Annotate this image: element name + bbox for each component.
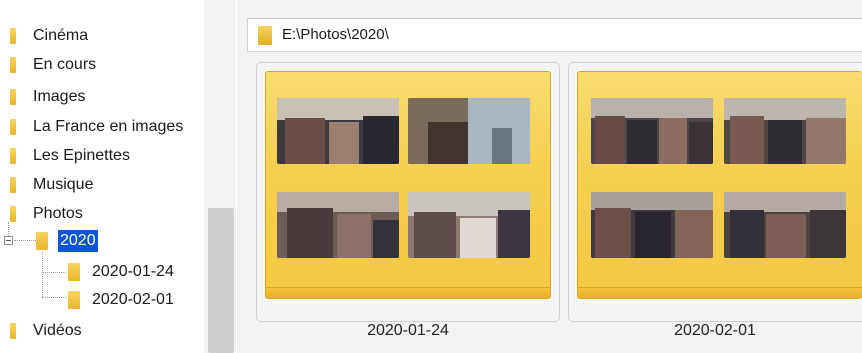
tree-item-label: En cours (33, 56, 97, 73)
folder-icon (10, 148, 16, 164)
tree-item-label: 2020-01-24 (92, 263, 174, 280)
tree-scrollbar-thumb[interactable] (208, 208, 234, 353)
tree-item-label: Photos (33, 205, 83, 222)
photo-thumbnail (591, 98, 713, 164)
collapse-toggle[interactable] (4, 236, 13, 245)
address-path: E:\Photos\2020\ (282, 26, 389, 43)
folder-tile-2020-01-24[interactable] (256, 62, 560, 322)
photo-thumbnail (408, 192, 530, 258)
address-bar[interactable]: E:\Photos\2020\ (247, 18, 862, 52)
tree-item-label: Vidéos (33, 322, 82, 339)
folder-name: 2020-02-01 (674, 322, 756, 339)
folder-icon (68, 263, 80, 281)
folder-preview (265, 71, 551, 299)
tree-connector (14, 240, 36, 241)
folder-tile-2020-02-01[interactable] (568, 62, 862, 322)
folder-name: 2020-01-24 (367, 322, 449, 339)
photo-thumbnail (408, 98, 530, 164)
folder-icon (10, 119, 16, 135)
tree-item-label: Cinéma (33, 27, 89, 44)
tree-item-label: 2020-02-01 (92, 291, 174, 308)
folder-content-pane: E:\Photos\2020\ 2020-01-24 2020-02-01 (237, 0, 862, 353)
photo-thumbnail (277, 98, 399, 164)
tree-item-label: Images (33, 88, 86, 105)
photo-thumbnail (724, 192, 846, 258)
tree-connector (42, 272, 66, 273)
folder-icon (36, 232, 48, 250)
tree-item-label: La France en images (33, 118, 184, 135)
folder-icon (10, 177, 16, 193)
photo-thumbnail (277, 192, 399, 258)
folder-icon (10, 206, 16, 222)
tree-item-label: 2020 (58, 230, 98, 252)
tree-connector (8, 222, 9, 236)
tree-item-label: Les Epinettes (33, 147, 130, 164)
photo-thumbnail (724, 98, 846, 164)
photo-thumbnail (591, 192, 713, 258)
folder-icon (10, 28, 16, 44)
tree-connector (42, 252, 43, 297)
folder-icon (68, 291, 80, 309)
folder-icon (10, 323, 16, 339)
tree-item-label: Musique (33, 176, 94, 193)
folder-preview (577, 71, 862, 299)
folder-icon (10, 57, 16, 73)
tree-connector (42, 297, 66, 298)
folder-tree-pane: Cinéma En cours Images La France en imag… (0, 0, 236, 353)
folder-icon (258, 26, 272, 45)
folder-icon (10, 89, 16, 105)
